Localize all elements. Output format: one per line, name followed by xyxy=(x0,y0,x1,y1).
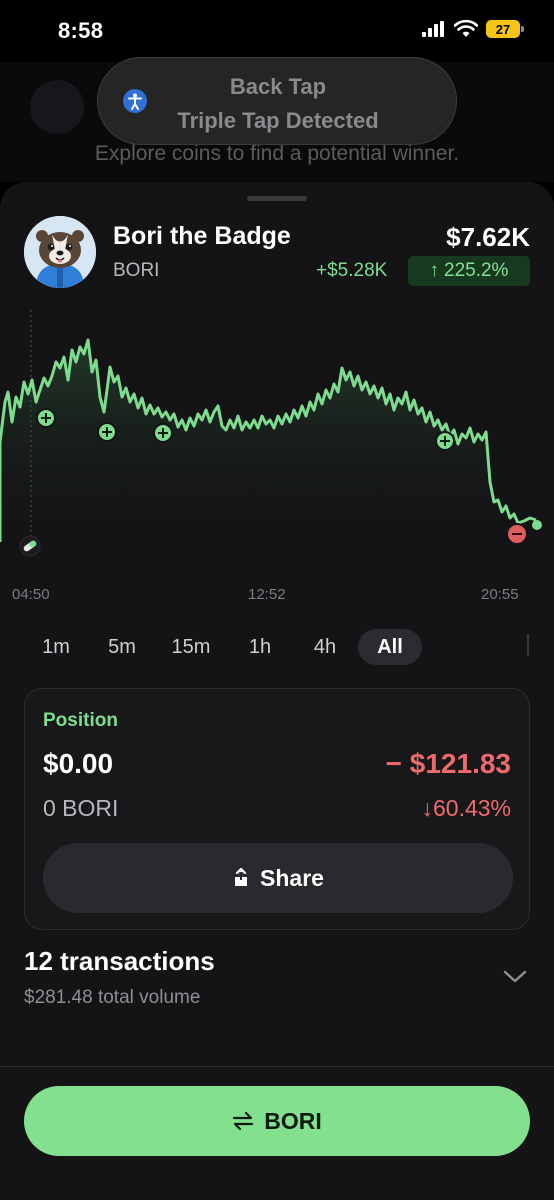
buy-marker[interactable] xyxy=(435,431,455,451)
status-time: 8:58 xyxy=(58,18,104,43)
coin-value: $7.62K xyxy=(446,222,530,252)
badger-avatar-icon xyxy=(24,216,96,288)
pill-icon[interactable] xyxy=(19,535,41,557)
x-tick-label: 12:52 xyxy=(248,586,286,603)
toast-subtitle: Triple Tap Detected xyxy=(177,108,379,133)
battery-level: 27 xyxy=(495,21,511,37)
price-chart[interactable] xyxy=(0,302,554,602)
background-subtitle: Explore coins to find a potential winner… xyxy=(94,142,460,165)
trade-button-label: BORI xyxy=(264,1107,322,1134)
sheet-handle[interactable] xyxy=(247,196,307,201)
battery-icon: 27 xyxy=(486,20,524,38)
coin-ticker: BORI xyxy=(113,260,160,281)
coin-avatar xyxy=(24,216,96,288)
position-value: $0.00 xyxy=(43,748,114,779)
status-icons: 27 xyxy=(422,20,524,38)
x-tick-label: 20:55 xyxy=(481,586,519,603)
toast-title: Back Tap xyxy=(229,74,327,99)
transactions-volume: $281.48 total volume xyxy=(24,987,201,1008)
time-range-tabs: 1m 5m 15m 1h 4h All xyxy=(0,629,554,667)
coin-gain-percent: 225.2% xyxy=(444,260,509,281)
position-card: Position $0.00 0 BORI − $121.83 ↓60.43% … xyxy=(24,688,530,930)
up-arrow-icon: ↑ xyxy=(429,260,440,281)
transactions-title[interactable]: 12 transactions xyxy=(24,946,215,977)
swap-icon xyxy=(233,1111,254,1131)
share-button[interactable]: Share xyxy=(43,843,513,913)
background-avatar xyxy=(30,80,84,134)
coin-name: Bori the Badge xyxy=(113,222,291,250)
chevron-down-icon[interactable] xyxy=(502,966,528,986)
coin-gain-percent-badge: ↑ 225.2% xyxy=(408,256,530,286)
coin-gain: +$5.28K xyxy=(316,260,388,281)
range-tab-5m[interactable]: 5m xyxy=(94,629,150,665)
buy-marker[interactable] xyxy=(36,408,56,428)
signal-icon xyxy=(422,21,444,37)
buy-marker[interactable] xyxy=(153,423,173,443)
status-bar: 8:58 27 xyxy=(0,0,554,62)
back-tap-toast: Back Tap Triple Tap Detected xyxy=(97,57,457,145)
position-quantity: 0 BORI xyxy=(43,795,119,821)
range-tab-1h[interactable]: 1h xyxy=(232,629,288,665)
x-tick-label: 04:50 xyxy=(12,586,50,603)
sell-marker[interactable] xyxy=(506,523,528,545)
bottom-divider xyxy=(0,1066,554,1067)
range-tab-all[interactable]: All xyxy=(358,629,422,665)
position-pnl: − $121.83 xyxy=(385,748,511,779)
trade-button[interactable]: BORI xyxy=(24,1086,530,1156)
range-tab-1m[interactable]: 1m xyxy=(28,629,84,665)
share-label: Share xyxy=(260,864,324,891)
buy-marker[interactable] xyxy=(97,422,117,442)
position-label: Position xyxy=(43,710,118,731)
range-tab-4h[interactable]: 4h xyxy=(297,629,353,665)
range-divider xyxy=(527,634,529,656)
chart-area-fill xyxy=(0,340,536,547)
range-tab-15m[interactable]: 15m xyxy=(162,629,220,665)
position-pnl-percent: ↓60.43% xyxy=(421,795,511,821)
coin-detail-sheet: Bori the Badge BORI $7.62K +$5.28K ↑ 225… xyxy=(0,182,554,1200)
current-price-dot xyxy=(532,520,542,530)
wifi-icon xyxy=(454,20,478,37)
share-icon xyxy=(235,868,248,886)
